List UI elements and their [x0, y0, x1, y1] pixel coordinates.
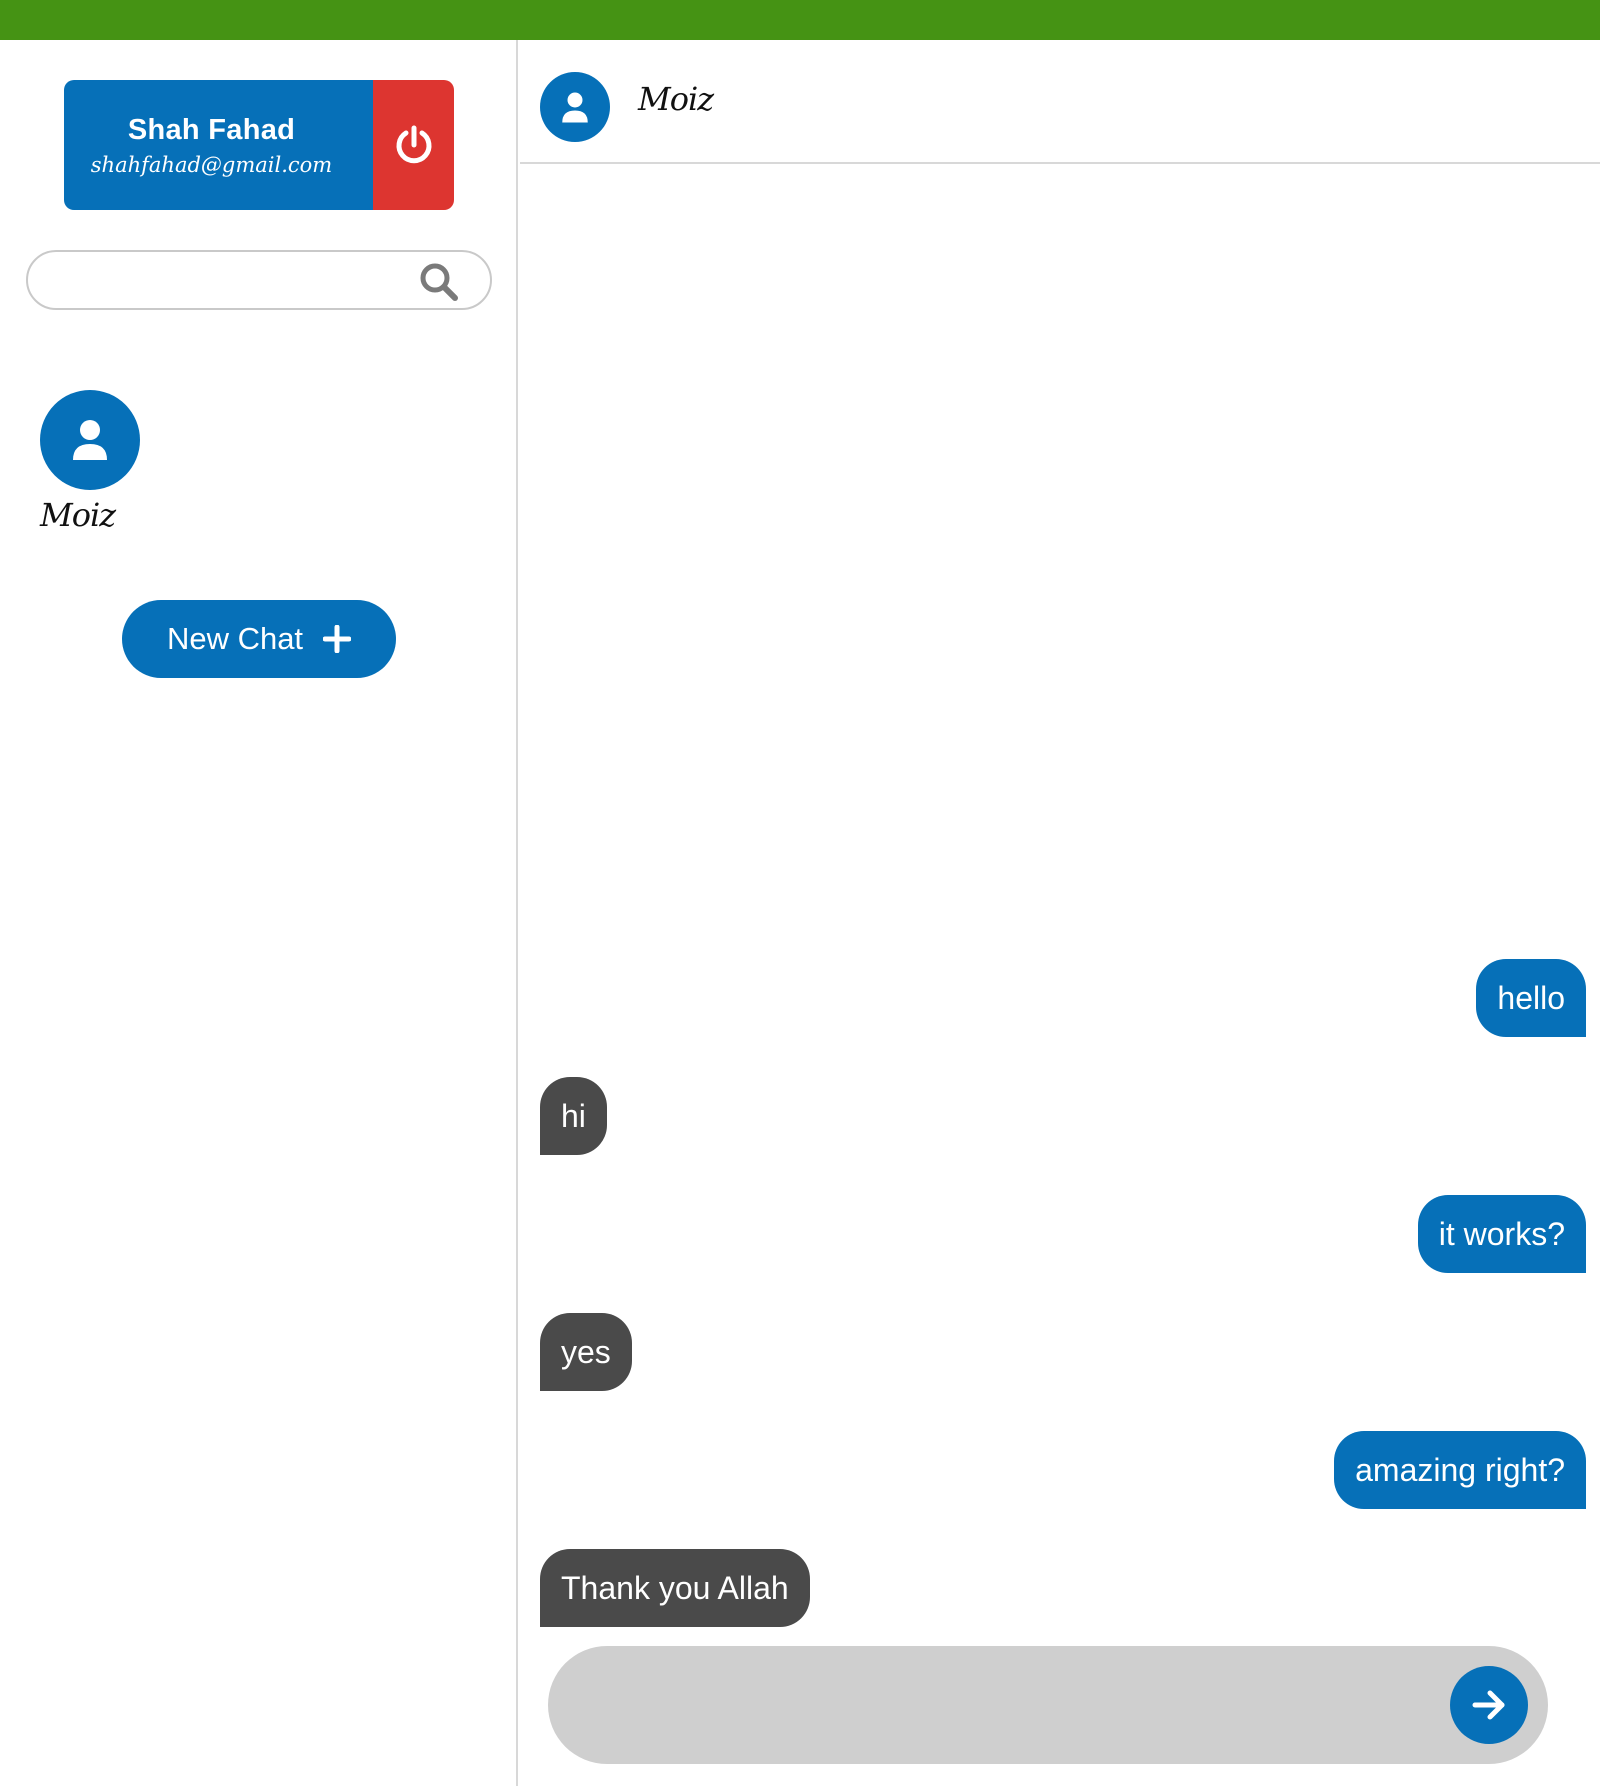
profile-info: Shah Fahad shahfahad@gmail.com	[64, 80, 373, 210]
message-received: Thank you Allah	[540, 1549, 810, 1627]
chat-contact-name: Moiz	[638, 80, 714, 118]
chat-pane: Moiz hello hi it works? yes amazing righ…	[520, 40, 1600, 1786]
top-bar	[0, 0, 1600, 40]
new-chat-button[interactable]: New Chat	[122, 600, 396, 678]
message-received: hi	[540, 1077, 607, 1155]
contact-name: Moiz	[40, 496, 116, 534]
new-chat-label: New Chat	[166, 621, 304, 656]
arrow-right-icon	[1472, 1690, 1505, 1720]
power-icon	[396, 125, 431, 164]
contact-avatar	[40, 390, 140, 490]
sidebar: Shah Fahad shahfahad@gmail.com Moiz New …	[0, 40, 518, 1786]
message-sent: amazing right?	[1334, 1431, 1586, 1509]
message-received: yes	[540, 1313, 632, 1391]
search-box	[26, 250, 492, 310]
user-icon	[562, 92, 588, 122]
user-icon	[73, 420, 107, 460]
message-input[interactable]	[588, 1670, 1408, 1740]
chat-header: Moiz	[520, 40, 1600, 164]
message-composer	[548, 1646, 1548, 1764]
contact-item[interactable]: Moiz	[40, 390, 150, 534]
send-button[interactable]	[1450, 1666, 1528, 1744]
chat-header-avatar	[540, 72, 610, 142]
message-sent: hello	[1476, 959, 1586, 1037]
search-icon[interactable]	[418, 261, 460, 303]
profile-email: shahfahad@gmail.com	[90, 152, 333, 177]
profile-name: Shah Fahad	[127, 113, 296, 146]
logout-button[interactable]	[373, 80, 454, 210]
plus-icon	[323, 625, 352, 653]
search-input[interactable]	[50, 258, 420, 302]
profile-card: Shah Fahad shahfahad@gmail.com	[64, 80, 454, 210]
message-sent: it works?	[1417, 1195, 1586, 1273]
